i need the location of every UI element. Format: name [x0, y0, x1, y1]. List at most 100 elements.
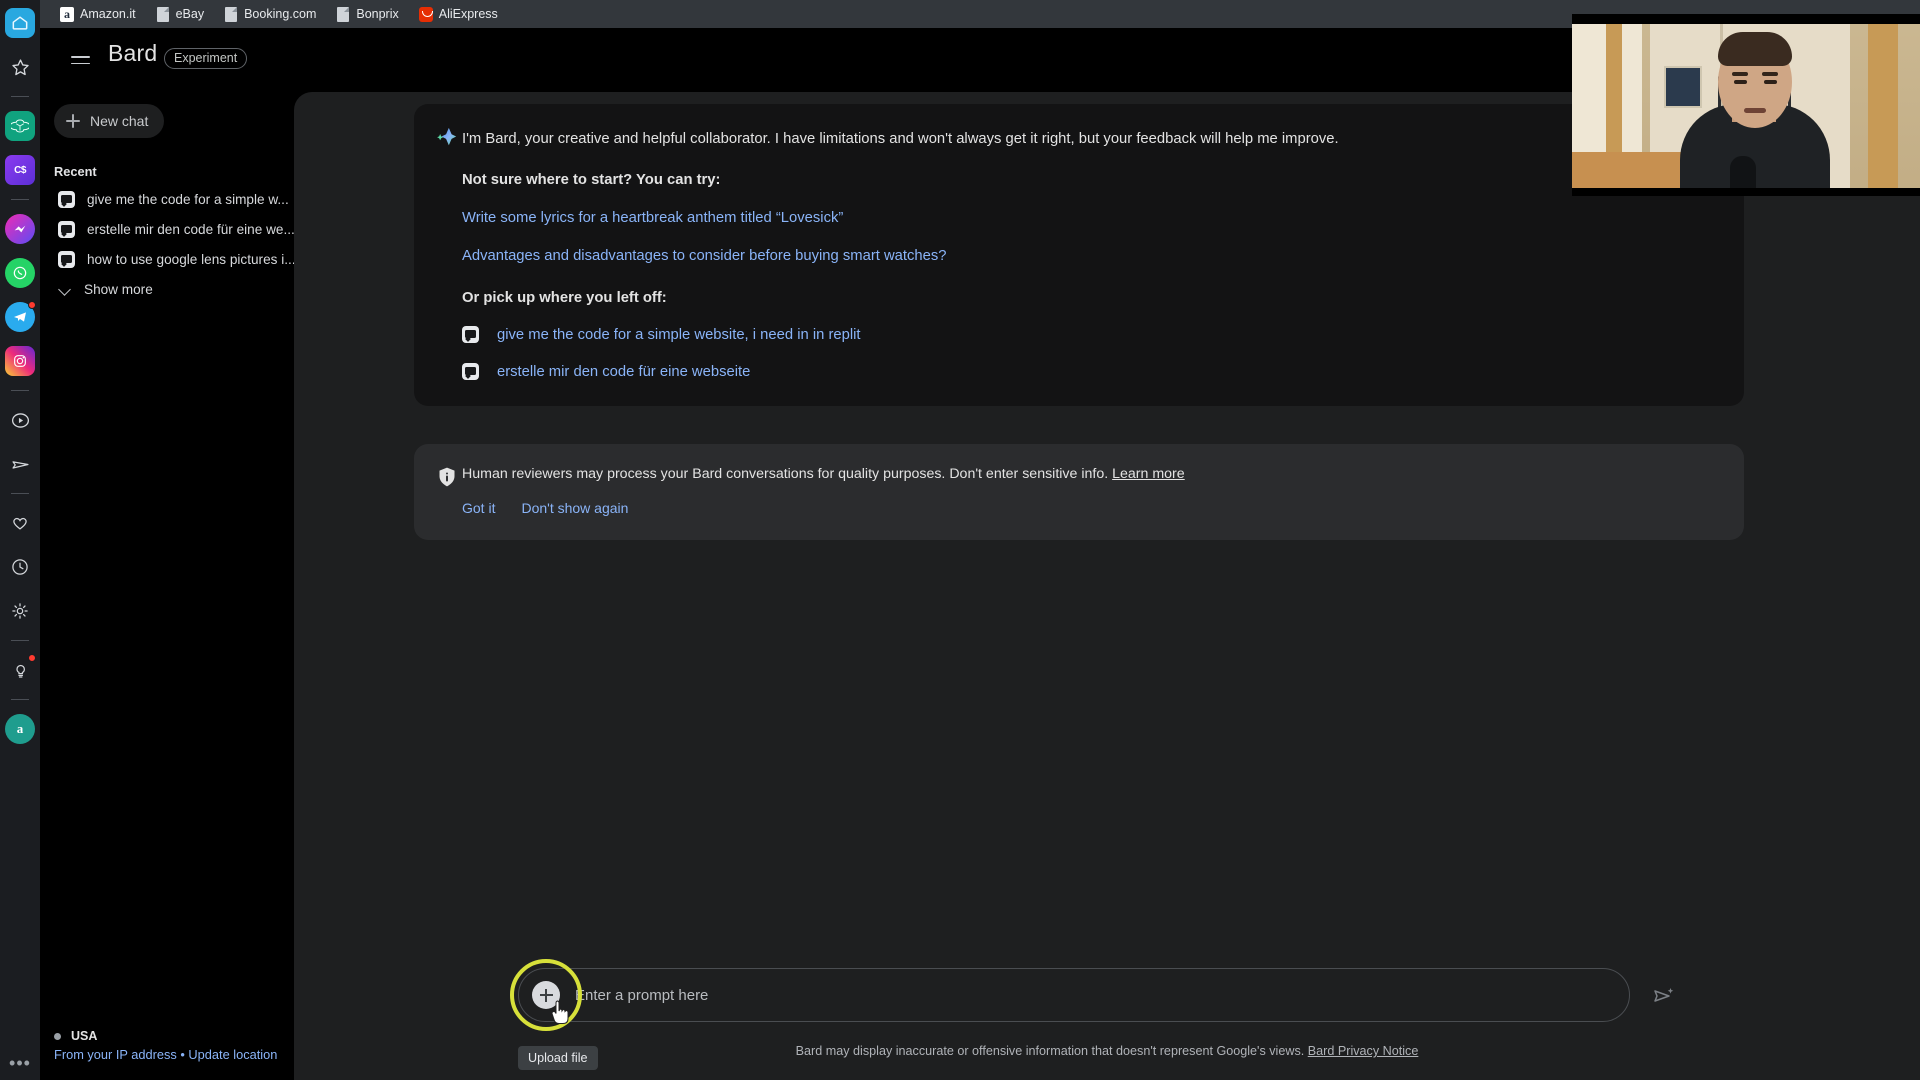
- list-item-label: erstelle mir den code für eine we...: [87, 221, 295, 237]
- recent-heading: Recent: [54, 164, 97, 179]
- bookmark-amazon[interactable]: a Amazon.it: [52, 4, 144, 24]
- bookmark-label: eBay: [175, 7, 205, 21]
- bookmark-booking[interactable]: Booking.com: [216, 4, 324, 24]
- notice-actions: Got it Don't show again: [462, 500, 1744, 516]
- new-chat-label: New chat: [90, 113, 149, 129]
- app-rail: C$ a •••: [0, 0, 40, 1080]
- gear-icon[interactable]: [5, 596, 35, 626]
- history-item-label: give me the code for a simple website, i…: [497, 326, 861, 343]
- prompt-placeholder: Enter a prompt here: [575, 986, 709, 1004]
- cs-icon[interactable]: C$: [5, 155, 35, 185]
- lightbulb-icon[interactable]: [5, 654, 36, 685]
- page-icon: [156, 6, 170, 22]
- webcam-overlay: [1572, 14, 1920, 196]
- notification-badge: [28, 301, 36, 309]
- telegram-icon[interactable]: [5, 301, 36, 332]
- location-footer: USA From your IP address • Update locati…: [54, 1029, 277, 1062]
- list-item-label: give me the code for a simple w...: [87, 191, 289, 207]
- history-item-label: erstelle mir den code für eine webseite: [497, 363, 751, 380]
- bookmark-bonprix[interactable]: Bonprix: [328, 4, 406, 24]
- send-prompt-icon[interactable]: [1652, 984, 1676, 1008]
- location-row: USA: [54, 1029, 277, 1043]
- mouse-cursor: [551, 1000, 572, 1026]
- try-heading: Not sure where to start? You can try:: [462, 172, 721, 189]
- bookmark-label: Booking.com: [244, 7, 317, 21]
- whatsapp-icon[interactable]: [5, 258, 35, 288]
- aliexpress-icon: [418, 6, 433, 22]
- location-dot-icon: [54, 1032, 61, 1040]
- rail-divider: [11, 199, 29, 200]
- list-item-label: how to use google lens pictures i...: [87, 251, 296, 267]
- intro-card: I'm Bard, your creative and helpful coll…: [414, 104, 1744, 407]
- new-chat-button[interactable]: New chat: [54, 104, 165, 138]
- chat-bubble-icon: [58, 250, 75, 268]
- rail-divider: [11, 640, 29, 641]
- dont-show-again-button[interactable]: Don't show again: [521, 500, 628, 516]
- heart-icon[interactable]: [5, 508, 35, 538]
- messenger-icon[interactable]: [5, 214, 35, 244]
- home-icon[interactable]: [5, 8, 35, 38]
- recent-list: give me the code for a simple w... erste…: [48, 184, 328, 304]
- prompt-bar: Enter a prompt here Upload file: [294, 959, 1920, 1070]
- suggestion-link[interactable]: Advantages and disadvantages to consider…: [462, 248, 1704, 264]
- intro-text: I'm Bard, your creative and helpful coll…: [462, 131, 1339, 147]
- rail-divider: [11, 699, 29, 700]
- page-title: Bard: [108, 40, 158, 66]
- got-it-button[interactable]: Got it: [462, 500, 495, 516]
- rail-divider: [11, 493, 29, 494]
- history-item[interactable]: erstelle mir den code für eine webseite: [462, 363, 1704, 381]
- chat-bubble-icon: [462, 363, 479, 381]
- star-icon[interactable]: [5, 52, 35, 82]
- plus-icon: [539, 988, 553, 1002]
- bookmark-label: Amazon.it: [80, 7, 136, 21]
- footer-disclaimer: Bard may display inaccurate or offensive…: [294, 1044, 1920, 1058]
- bookmark-aliexpress[interactable]: AliExpress: [411, 4, 506, 24]
- bard-sparkle-icon: [436, 126, 458, 148]
- chevron-down-icon: [58, 282, 72, 296]
- bard-privacy-notice-link[interactable]: Bard Privacy Notice: [1308, 1044, 1419, 1058]
- bookmark-label: Bonprix: [356, 7, 399, 21]
- footer-text: Bard may display inaccurate or offensive…: [795, 1044, 1308, 1058]
- prompt-input[interactable]: Enter a prompt here: [518, 968, 1630, 1022]
- suggestion-link[interactable]: Write some lyrics for a heartbreak anthe…: [462, 210, 1704, 226]
- clock-icon[interactable]: [5, 552, 35, 582]
- show-more-label: Show more: [84, 281, 153, 297]
- send-icon[interactable]: [5, 449, 35, 479]
- pick-heading: Or pick up where you left off:: [462, 290, 667, 307]
- update-location-link[interactable]: Update location: [188, 1047, 277, 1062]
- instagram-icon[interactable]: [5, 346, 35, 376]
- bookmark-label: AliExpress: [438, 7, 498, 21]
- chat-bubble-icon: [58, 220, 75, 238]
- list-item[interactable]: how to use google lens pictures i...: [48, 244, 328, 274]
- screen: C$ a ••• a Amazon.it eBay Booking.com Bo…: [0, 0, 1920, 1080]
- chat-bubble-icon: [462, 326, 479, 344]
- page-icon: [336, 6, 350, 22]
- notification-badge: [28, 654, 36, 662]
- openai-icon[interactable]: [5, 111, 35, 141]
- location-separator: •: [180, 1047, 185, 1062]
- list-item[interactable]: give me the code for a simple w...: [48, 184, 328, 214]
- privacy-notice-card: Human reviewers may process your Bard co…: [414, 444, 1744, 540]
- page-icon: [224, 6, 238, 22]
- hamburger-menu-icon[interactable]: [66, 46, 94, 74]
- rail-divider: [11, 390, 29, 391]
- bookmark-ebay[interactable]: eBay: [148, 4, 213, 24]
- notice-body: Human reviewers may process your Bard co…: [462, 466, 1113, 482]
- shield-info-icon: [438, 466, 456, 488]
- rail-overflow-button[interactable]: •••: [9, 1054, 31, 1072]
- webcam-video: [1572, 14, 1920, 196]
- play-circle-icon[interactable]: [5, 405, 35, 435]
- show-more-button[interactable]: Show more: [48, 274, 328, 304]
- plus-icon: [66, 114, 80, 128]
- experiment-badge: Experiment: [164, 48, 248, 70]
- privacy-notice-text: Human reviewers may process your Bard co…: [462, 466, 1714, 482]
- location-subtext: From your IP address • Update location: [54, 1047, 277, 1062]
- location-country: USA: [71, 1029, 98, 1043]
- list-item[interactable]: erstelle mir den code für eine we...: [48, 214, 328, 244]
- history-item[interactable]: give me the code for a simple website, i…: [462, 326, 1704, 344]
- learn-more-link[interactable]: Learn more: [1112, 466, 1185, 482]
- amazon-a-icon[interactable]: a: [5, 714, 35, 744]
- main-content: I'm Bard, your creative and helpful coll…: [294, 92, 1920, 1080]
- location-source: From your IP address: [54, 1047, 177, 1062]
- rail-divider: [11, 96, 29, 97]
